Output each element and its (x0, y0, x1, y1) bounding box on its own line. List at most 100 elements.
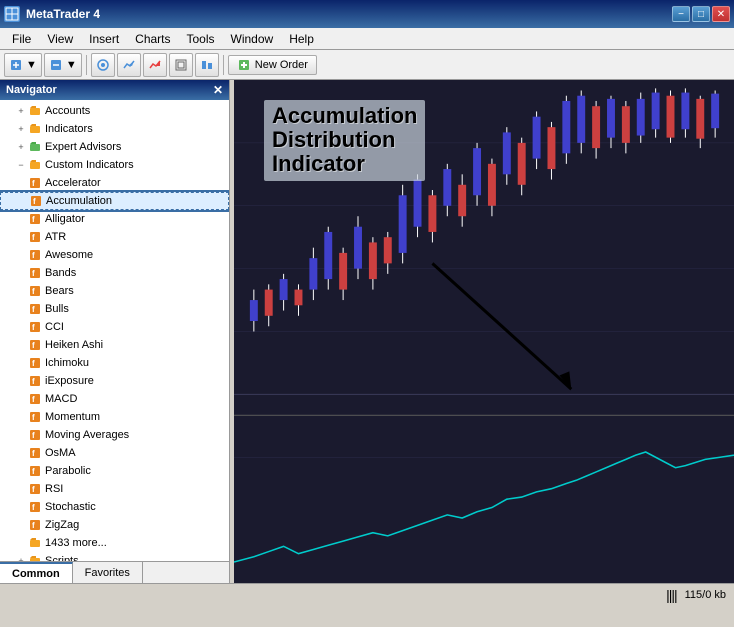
svg-text:f: f (32, 467, 35, 476)
indicator-icon-atr: f (28, 230, 42, 244)
nav-item-parabolic[interactable]: f Parabolic (0, 462, 229, 480)
toolbar: ▼ ▼ (0, 50, 734, 80)
nav-item-accumulation[interactable]: f Accumulation (0, 192, 229, 210)
nav-item-custom-indicators[interactable]: − Custom Indicators (0, 156, 229, 174)
nav-item-rsi[interactable]: f RSI (0, 480, 229, 498)
nav-item-expert-advisors[interactable]: + Expert Advisors (0, 138, 229, 156)
svg-text:f: f (32, 359, 35, 368)
indicator-icon-bands: f (28, 266, 42, 280)
toolbar-btn-7[interactable] (195, 53, 219, 77)
tab-common[interactable]: Common (0, 562, 73, 583)
close-button[interactable]: ✕ (712, 6, 730, 22)
nav-label-cci: CCI (45, 321, 64, 333)
folder-icon-custom (28, 158, 42, 172)
nav-item-momentum[interactable]: f Momentum (0, 408, 229, 426)
nav-item-cci[interactable]: f CCI (0, 318, 229, 336)
nav-item-more[interactable]: 1433 more... (0, 534, 229, 552)
nav-item-heiken-ashi[interactable]: f Heiken Ashi (0, 336, 229, 354)
menu-window[interactable]: Window (223, 30, 282, 48)
indicator-icon-osma: f (28, 446, 42, 460)
expand-icon-accounts: + (16, 106, 26, 116)
nav-label-stochastic: Stochastic (45, 501, 96, 513)
navigator-content: + Accounts + Indicators + (0, 100, 229, 561)
new-order-label: New Order (255, 59, 308, 71)
nav-item-macd[interactable]: f MACD (0, 390, 229, 408)
nav-item-indicators[interactable]: + Indicators (0, 120, 229, 138)
nav-scroll-area[interactable]: + Accounts + Indicators + (0, 100, 229, 561)
indicator-icon-accelerator: f (28, 176, 42, 190)
nav-label-scripts: Scripts (45, 555, 79, 561)
nav-label-heiken: Heiken Ashi (45, 339, 103, 351)
expand-icon-custom: − (16, 160, 26, 170)
indicator-icon-zigzag: f (28, 518, 42, 532)
nav-item-accelerator[interactable]: f Accelerator (0, 174, 229, 192)
toolbar-btn-3[interactable] (91, 53, 115, 77)
toolbar-btn-6[interactable] (169, 53, 193, 77)
expand-icon-ea: + (16, 142, 26, 152)
menu-insert[interactable]: Insert (81, 30, 127, 48)
navigator-close-button[interactable]: ✕ (213, 83, 223, 97)
chart-annotation: Accumulation Distribution Indicator (264, 100, 425, 181)
nav-item-ichimoku[interactable]: f Ichimoku (0, 354, 229, 372)
separator-1 (86, 55, 87, 75)
navigator-panel: Navigator ✕ + Accounts + (0, 80, 230, 583)
annotation-line2: Distribution (272, 127, 395, 152)
menu-tools[interactable]: Tools (179, 30, 223, 48)
nav-label-accumulation: Accumulation (46, 195, 112, 207)
annotation-text: Accumulation Distribution Indicator (264, 100, 425, 181)
svg-text:f: f (32, 305, 35, 314)
svg-text:f: f (32, 251, 35, 260)
nav-label-awesome: Awesome (45, 249, 93, 261)
svg-text:f: f (32, 323, 35, 332)
nav-label-more: 1433 more... (45, 537, 107, 549)
svg-text:f: f (32, 431, 35, 440)
nav-label-ichimoku: Ichimoku (45, 357, 89, 369)
nav-label-alligator: Alligator (45, 213, 85, 225)
indicator-icon-heiken: f (28, 338, 42, 352)
nav-item-atr[interactable]: f ATR (0, 228, 229, 246)
svg-text:f: f (33, 197, 36, 206)
folder-icon-accounts (28, 104, 42, 118)
title-bar-title: MetaTrader 4 (26, 7, 100, 21)
new-order-button[interactable]: New Order (228, 55, 317, 75)
separator-2 (223, 55, 224, 75)
tab-favorites[interactable]: Favorites (73, 562, 143, 583)
nav-item-accounts[interactable]: + Accounts (0, 102, 229, 120)
nav-item-bulls[interactable]: f Bulls (0, 300, 229, 318)
minimize-button[interactable]: − (672, 6, 690, 22)
menu-bar: File View Insert Charts Tools Window Hel… (0, 28, 734, 50)
menu-help[interactable]: Help (281, 30, 322, 48)
nav-item-scripts[interactable]: + Scripts (0, 552, 229, 561)
nav-item-bears[interactable]: f Bears (0, 282, 229, 300)
navigator-tabs: Common Favorites (0, 561, 229, 583)
annotation-line3: Indicator (272, 151, 365, 176)
toolbar-btn-2[interactable]: ▼ (44, 53, 82, 77)
nav-item-alligator[interactable]: f Alligator (0, 210, 229, 228)
nav-item-stochastic[interactable]: f Stochastic (0, 498, 229, 516)
status-right: 115/0 kb (685, 589, 726, 601)
nav-item-bands[interactable]: f Bands (0, 264, 229, 282)
toolbar-btn-1[interactable]: ▼ (4, 53, 42, 77)
svg-text:f: f (32, 395, 35, 404)
maximize-button[interactable]: □ (692, 6, 710, 22)
nav-item-moving-averages[interactable]: f Moving Averages (0, 426, 229, 444)
toolbar-btn-5[interactable] (143, 53, 167, 77)
menu-view[interactable]: View (39, 30, 81, 48)
nav-label-bears: Bears (45, 285, 74, 297)
toolbar-btn-4[interactable] (117, 53, 141, 77)
nav-item-iexposure[interactable]: f iExposure (0, 372, 229, 390)
menu-charts[interactable]: Charts (127, 30, 178, 48)
svg-text:f: f (32, 215, 35, 224)
nav-item-zigzag[interactable]: f ZigZag (0, 516, 229, 534)
expand-icon-indicators: + (16, 124, 26, 134)
nav-item-awesome[interactable]: f Awesome (0, 246, 229, 264)
indicator-icon-rsi: f (28, 482, 42, 496)
chart-area: Accumulation Distribution Indicator (234, 80, 734, 583)
nav-item-osma[interactable]: f OsMA (0, 444, 229, 462)
menu-file[interactable]: File (4, 30, 39, 48)
folder-icon-indicators (28, 122, 42, 136)
navigator-header: Navigator ✕ (0, 80, 229, 100)
tab-favorites-label: Favorites (85, 567, 130, 579)
indicator-icon-bulls: f (28, 302, 42, 316)
status-bar: |||| 115/0 kb (0, 583, 734, 605)
